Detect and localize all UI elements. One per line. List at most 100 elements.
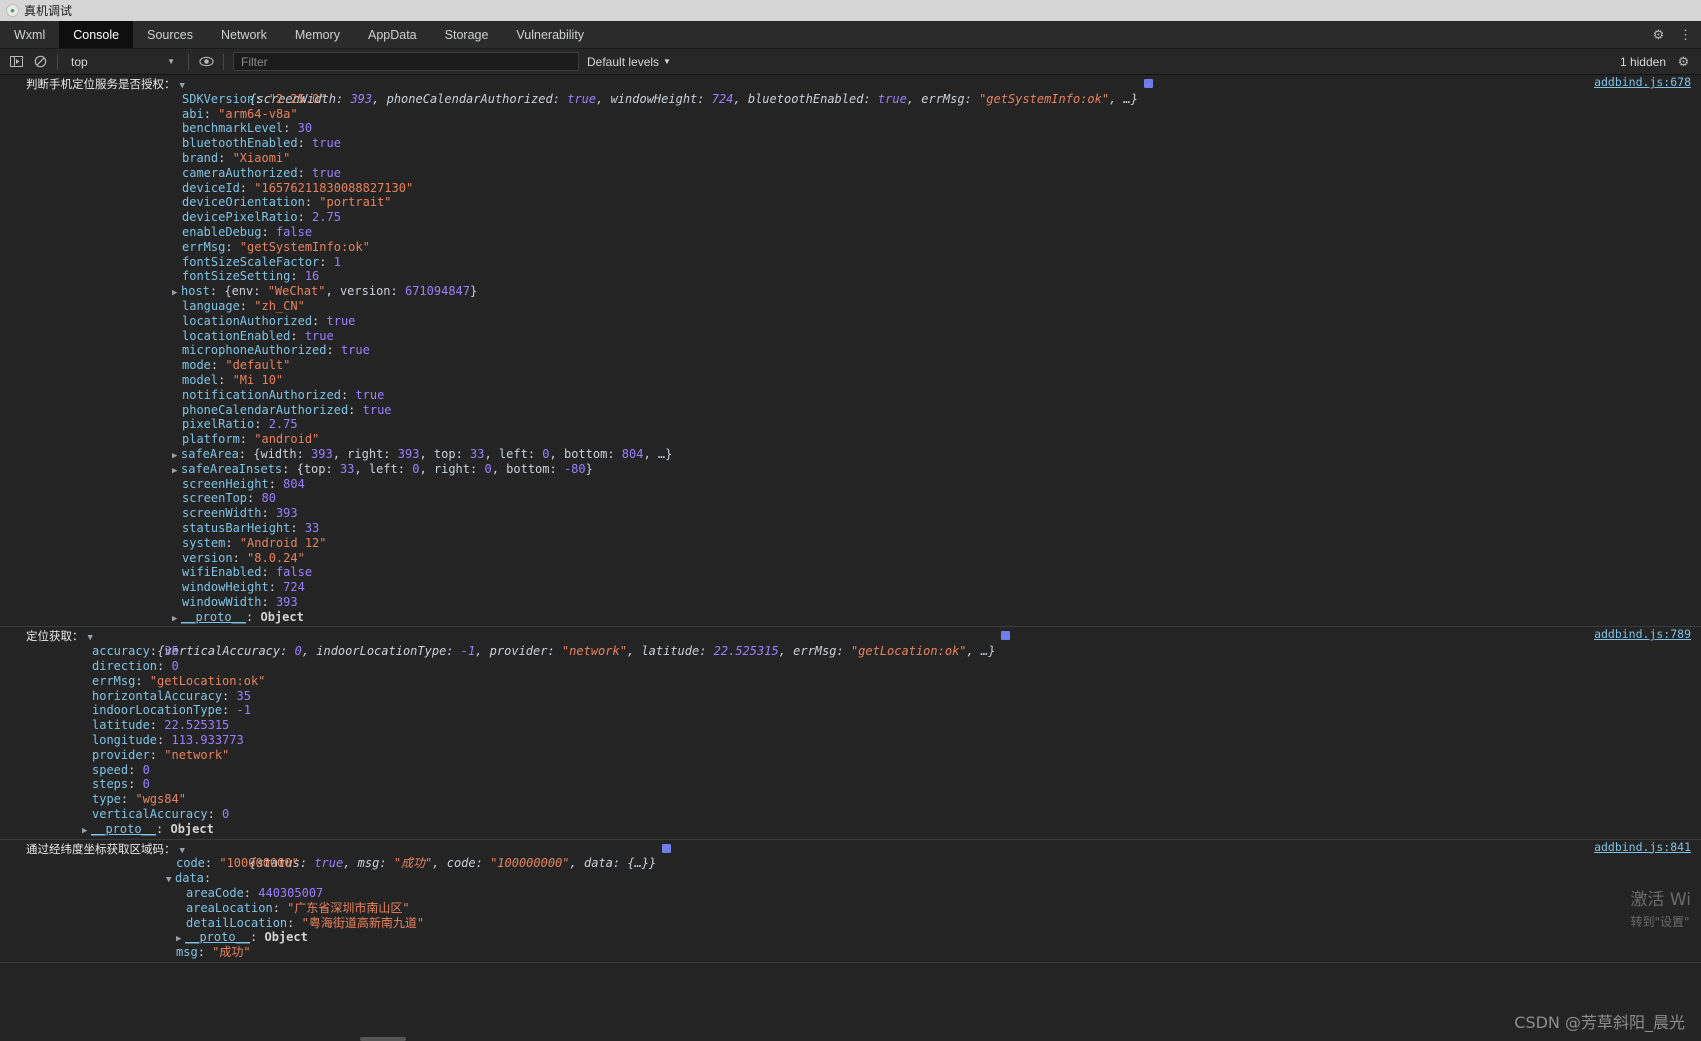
- prop-safeAreaInsets[interactable]: ▶ safeAreaInsets: {top: 33, left: 0, righ…: [0, 462, 1701, 477]
- prop-locationAuthorized: locationAuthorized: true: [182, 313, 356, 328]
- log-entry-header-2[interactable]: 定位获取： ▼ {verticalAccuracy: 0, indoorLoca…: [0, 627, 1701, 658]
- prop-wifiEnabled: wifiEnabled: false: [182, 565, 313, 580]
- tab-console[interactable]: Console: [59, 21, 134, 48]
- prop-devicePixelRatio: devicePixelRatio: 2.75: [182, 210, 341, 225]
- log-label-3: 通过经纬度坐标获取区域码：: [26, 841, 176, 856]
- tab-vulnerability[interactable]: Vulnerability: [502, 21, 598, 48]
- prop-code: code: "100000000": [176, 856, 299, 871]
- prop-longitude: longitude: 113.933773: [92, 733, 244, 748]
- prop-accuracy: accuracy: 35: [92, 644, 179, 659]
- clear-console-icon[interactable]: [28, 51, 52, 73]
- prop-language: language: "zh_CN": [182, 298, 305, 313]
- prop-statusBarHeight: statusBarHeight: 33: [182, 520, 320, 535]
- prop-brand: brand: "Xiaomi": [182, 150, 291, 165]
- prop-cameraAuthorized: cameraAuthorized: true: [182, 165, 341, 180]
- prop-screenHeight: screenHeight: 804: [182, 476, 305, 491]
- prop-proto-3[interactable]: ▶ __proto__: Object: [0, 930, 1701, 945]
- tab-appdata[interactable]: AppData: [354, 21, 431, 48]
- console-toolbar: top ▼ Default levels ▼ 1 hidden ⚙: [0, 49, 1701, 75]
- prop-platform: platform: "android": [182, 432, 320, 447]
- toolbar-divider-2: [188, 53, 189, 70]
- devtools-tabstrip: Wxml Console Sources Network Memory AppD…: [0, 21, 1701, 49]
- info-badge-2: [1001, 631, 1011, 641]
- expand-triangle-icon-proto-1[interactable]: ▶: [172, 612, 181, 627]
- prop-phoneCalendarAuthorized: phoneCalendarAuthorized: true: [182, 402, 392, 417]
- source-link-2[interactable]: addbind.js:789: [1594, 627, 1691, 642]
- prop-deviceId: deviceId: "16576211830088827130": [182, 180, 414, 195]
- prop-areaLocation: areaLocation: "广东省深圳市南山区": [186, 900, 410, 915]
- prop-bluetoothEnabled: bluetoothEnabled: true: [182, 136, 341, 151]
- prop-locationEnabled: locationEnabled: true: [182, 328, 334, 343]
- toolbar-divider-3: [223, 53, 224, 70]
- prop-proto-2[interactable]: ▶ __proto__: Object: [0, 822, 1701, 837]
- prop-errMsg-2: errMsg: "getLocation:ok": [92, 673, 266, 688]
- prop-areaCode: areaCode: 440305007: [186, 886, 324, 901]
- execution-context-select[interactable]: top ▼: [63, 52, 183, 72]
- chevron-down-icon-levels: ▼: [663, 57, 671, 66]
- prop-msg: msg: "成功": [176, 945, 251, 960]
- console-settings-icon[interactable]: ⚙: [1676, 54, 1691, 69]
- console-log-area[interactable]: 判断手机定位服务是否授权： ▼ {screenWidth: 393, phone…: [0, 75, 1701, 1041]
- prop-errMsg: errMsg: "getSystemInfo:ok": [182, 239, 370, 254]
- prop-version: version: "8.0.24": [182, 550, 305, 565]
- hidden-messages-count: 1 hidden: [1619, 54, 1666, 69]
- prop-deviceOrientation: deviceOrientation: "portrait": [182, 195, 392, 210]
- filter-box[interactable]: [233, 52, 579, 71]
- prop-mode: mode: "default": [182, 358, 291, 373]
- source-link-1[interactable]: addbind.js:678: [1594, 75, 1691, 90]
- log-level-label: Default levels: [587, 54, 660, 69]
- prop-proto-1[interactable]: ▶ __proto__: Object: [0, 610, 1701, 625]
- filter-input[interactable]: [239, 53, 573, 70]
- prop-indoorLocationType: indoorLocationType: -1: [92, 703, 251, 718]
- prop-screenTop: screenTop: 80: [182, 491, 276, 506]
- console-sidebar-icon[interactable]: [4, 51, 28, 73]
- tab-network[interactable]: Network: [207, 21, 281, 48]
- prop-direction: direction: 0: [92, 659, 179, 674]
- prop-model: model: "Mi 10": [182, 372, 284, 387]
- prop-windowHeight: windowHeight: 724: [182, 580, 305, 595]
- execution-context-value: top: [71, 54, 88, 69]
- horizontal-scrollbar[interactable]: [360, 1037, 406, 1041]
- console-log-entry-1: 判断手机定位服务是否授权： ▼ {screenWidth: 393, phone…: [0, 75, 1701, 628]
- log-entry-header-1[interactable]: 判断手机定位服务是否授权： ▼ {screenWidth: 393, phone…: [0, 75, 1701, 106]
- log-label-1: 判断手机定位服务是否授权：: [26, 77, 176, 91]
- log-props-1: SDKVersion: "2.25.0" abi: "arm64-v8a" be…: [0, 92, 1701, 625]
- tabstrip-actions: ⚙ ⋮: [1651, 21, 1701, 48]
- prop-data[interactable]: ▼ data:: [0, 871, 1701, 886]
- live-expression-icon[interactable]: [194, 51, 218, 73]
- tab-wxml[interactable]: Wxml: [0, 21, 59, 48]
- console-log-entry-3: 通过经纬度坐标获取区域码： ▼ {status: true, msg: "成功"…: [0, 840, 1701, 964]
- prop-detailLocation: detailLocation: "粤海街道高新南九道": [186, 915, 425, 930]
- tab-sources[interactable]: Sources: [133, 21, 207, 48]
- settings-gear-icon[interactable]: ⚙: [1651, 27, 1666, 42]
- prop-windowWidth: windowWidth: 393: [182, 594, 298, 609]
- console-log-entry-2: 定位获取： ▼ {verticalAccuracy: 0, indoorLoca…: [0, 627, 1701, 840]
- prop-horizontalAccuracy: horizontalAccuracy: 35: [92, 688, 251, 703]
- prop-host[interactable]: ▶ host: {env: "WeChat", version: 67109484…: [0, 284, 1701, 299]
- prop-speed: speed: 0: [92, 762, 150, 777]
- info-badge-1: [1144, 79, 1154, 88]
- prop-SDKVersion: SDKVersion: "2.25.0": [182, 91, 327, 106]
- tab-memory[interactable]: Memory: [281, 21, 354, 48]
- prop-fontSizeSetting: fontSizeSetting: 16: [182, 269, 320, 284]
- log-level-select[interactable]: Default levels ▼: [587, 55, 671, 69]
- prop-fontSizeScaleFactor: fontSizeScaleFactor: 1: [182, 254, 341, 269]
- chevron-down-icon: ▼: [167, 57, 175, 66]
- prop-type: type: "wgs84": [92, 792, 186, 807]
- more-vertical-icon[interactable]: ⋮: [1678, 27, 1693, 42]
- prop-microphoneAuthorized: microphoneAuthorized: true: [182, 343, 370, 358]
- prop-enableDebug: enableDebug: false: [182, 224, 313, 239]
- info-badge-3: [662, 843, 672, 853]
- log-entry-header-3[interactable]: 通过经纬度坐标获取区域码： ▼ {status: true, msg: "成功"…: [0, 840, 1701, 871]
- expand-triangle-icon-proto-2[interactable]: ▶: [82, 824, 91, 839]
- console-toolbar-right: 1 hidden ⚙: [1620, 54, 1697, 69]
- tab-storage[interactable]: Storage: [431, 21, 503, 48]
- prop-abi: abi: "arm64-v8a": [182, 106, 298, 121]
- csdn-watermark: CSDN @芳草斜阳_晨光: [1514, 1013, 1685, 1032]
- prop-system: system: "Android 12": [182, 535, 327, 550]
- source-link-3[interactable]: addbind.js:841: [1594, 840, 1691, 855]
- log-props-3: code: "100000000" ▼ data: areaCode: 44030…: [0, 856, 1701, 960]
- prop-safeArea[interactable]: ▶ safeArea: {width: 393, right: 393, top:…: [0, 447, 1701, 462]
- prop-steps: steps: 0: [92, 777, 150, 792]
- prop-pixelRatio: pixelRatio: 2.75: [182, 417, 298, 432]
